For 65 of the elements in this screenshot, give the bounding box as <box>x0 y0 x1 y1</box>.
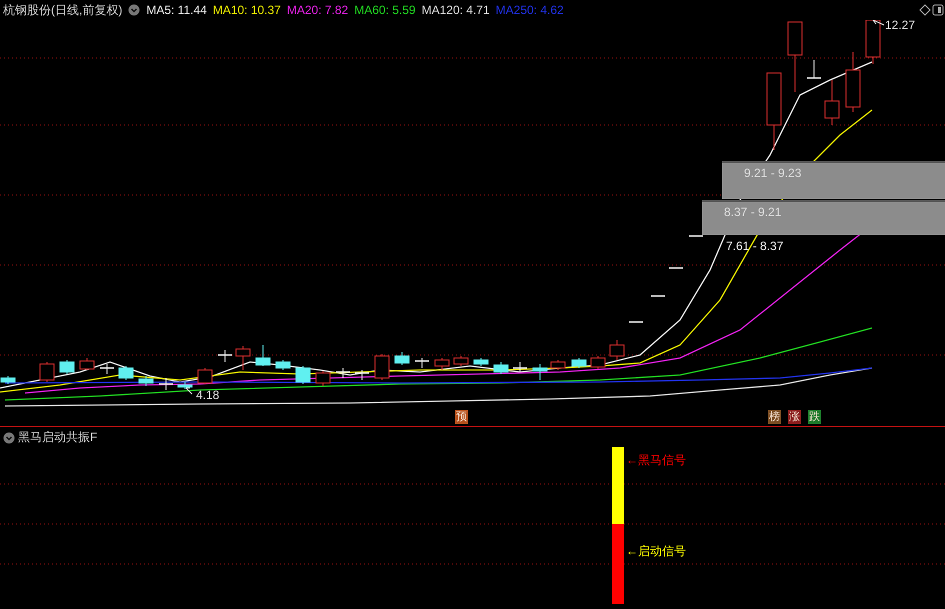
stock-title: 杭钢股份(日线,前复权) <box>3 2 122 18</box>
price-zone-label: 7.61 - 8.37 <box>725 238 784 254</box>
candlestick <box>100 364 114 374</box>
candlestick <box>788 22 802 92</box>
signal-label: ←启动信号 <box>626 543 686 560</box>
candlestick <box>474 358 488 366</box>
candlestick <box>807 60 821 79</box>
candlestick <box>118 366 134 380</box>
ma-indicator: MA20: 7.82 <box>286 3 348 17</box>
chevron-icon[interactable] <box>3 432 15 444</box>
event-marker: 跌 <box>808 410 821 424</box>
candlestick <box>513 362 527 372</box>
candlestick <box>824 80 840 126</box>
candlestick <box>610 340 624 360</box>
candlestick <box>651 295 665 297</box>
candlestick <box>415 358 429 368</box>
candlestick <box>236 346 250 370</box>
candlestick <box>394 352 410 366</box>
price-zone-band: 9.21 - 9.23 <box>722 161 945 199</box>
candlestick <box>454 356 468 366</box>
ma-indicator: MA250: 4.62 <box>496 3 564 17</box>
candlestick <box>590 356 606 370</box>
candlestick <box>218 350 232 362</box>
candlestick <box>846 52 860 112</box>
candlestick <box>198 368 212 384</box>
candlestick <box>550 360 566 370</box>
candlestick <box>60 360 74 374</box>
event-marker: 榜 <box>768 410 781 424</box>
ma-indicator: MA60: 5.59 <box>354 3 416 17</box>
leader-line <box>872 20 884 26</box>
candlestick <box>256 344 270 366</box>
ma-indicator: MA120: 4.71 <box>422 3 490 17</box>
ma-indicator: MA10: 10.37 <box>212 3 281 17</box>
candlestick <box>355 370 369 380</box>
diamond-icon[interactable] <box>919 4 931 16</box>
candlestick <box>629 321 643 323</box>
candlestick <box>40 362 54 382</box>
candlestick <box>494 362 508 374</box>
candlestick <box>296 366 310 384</box>
event-marker: 涨 <box>788 410 801 424</box>
candlestick <box>434 358 450 370</box>
leader-line <box>186 388 192 394</box>
high-price-label: 12.27 <box>885 18 916 32</box>
candlestick <box>532 364 548 380</box>
candlestick <box>80 358 94 370</box>
chevron-icon[interactable] <box>128 4 140 16</box>
candlestick <box>689 235 703 237</box>
candlestick <box>159 378 173 390</box>
candlestick <box>572 358 586 368</box>
candlestick <box>669 267 683 269</box>
candlestick <box>178 382 192 390</box>
event-marker: 预 <box>455 410 468 424</box>
signal-label: ←黑马信号 <box>626 452 686 469</box>
panel-icon[interactable] <box>932 4 944 16</box>
candlestick <box>336 368 350 378</box>
ma-indicator: MA5: 11.44 <box>146 3 207 17</box>
candlestick <box>316 370 330 386</box>
candlestick <box>276 360 290 370</box>
candlestick <box>0 376 16 384</box>
candlestick <box>374 354 390 380</box>
low-price-label: 4.18 <box>196 388 220 402</box>
candlestick <box>866 20 880 64</box>
indicator-title: 黑马启动共振F <box>18 429 98 446</box>
candlestick <box>138 376 154 386</box>
price-zone-band: 8.37 - 9.21 <box>702 200 945 235</box>
